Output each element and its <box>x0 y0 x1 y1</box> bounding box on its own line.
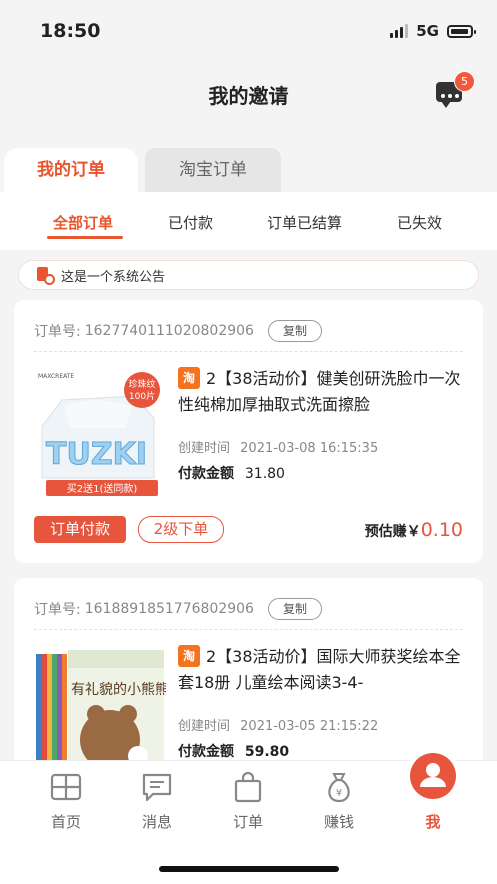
svg-text:100片: 100片 <box>129 390 155 402</box>
amount-value: 31.80 <box>244 466 285 482</box>
order-number: 1627740111020802906 <box>84 323 254 339</box>
message-badge: 5 <box>454 71 475 92</box>
promo-label: 买2送1(送同款) <box>67 482 138 495</box>
money-bag-icon: ¥ <box>323 771 355 803</box>
created-time-row: 创建时间 2021-03-08 16:15:35 <box>178 437 378 456</box>
taobao-icon: 淘 <box>178 367 200 389</box>
svg-text:¥: ¥ <box>336 788 342 799</box>
tab-earn[interactable]: ¥ 赚钱 <box>304 767 374 832</box>
copy-button[interactable]: 复制 <box>267 598 322 620</box>
amount-label: 付款金额 <box>178 466 234 482</box>
order-number: 1618891851776802906 <box>84 601 254 617</box>
tab-my-orders[interactable]: 我的订单 <box>4 148 138 192</box>
message-icon <box>141 771 173 803</box>
battery-icon <box>447 24 476 38</box>
amount-label: 付款金额 <box>178 744 234 760</box>
product-brand-text: TUZKI <box>46 437 147 472</box>
tab-taobao-orders[interactable]: 淘宝订单 <box>145 148 281 192</box>
product-title-text: 2【38活动价】国际大师获奖绘本全套18册 儿童绘本阅读3-4- <box>178 647 461 692</box>
order-number-label: 订单号: <box>34 324 81 340</box>
product-image[interactable]: 有礼貌的小熊熊 <box>34 644 166 768</box>
notice-text: 这是一个系统公告 <box>61 269 166 285</box>
tab-home[interactable]: 首页 <box>31 767 101 832</box>
tab-me[interactable]: 我 <box>398 767 468 832</box>
filter-settled[interactable]: 订单已结算 <box>267 212 342 233</box>
brand-label: MAXCREATE <box>38 373 74 380</box>
estimated-earning: 预估赚￥0.10 <box>365 519 463 541</box>
order-level-tag: 2级下单 <box>138 516 224 543</box>
order-number-label: 订单号: <box>34 602 81 618</box>
filter-active-indicator <box>47 236 123 239</box>
amount-row: 付款金额 59.80 <box>178 741 289 761</box>
copy-button[interactable]: 复制 <box>267 320 322 342</box>
filter-all-orders[interactable]: 全部订单 <box>53 212 113 233</box>
user-icon <box>417 771 449 803</box>
product-image[interactable]: MAXCREATE TUZKI 珍珠纹 100片 买2送1(送同款) <box>34 366 166 498</box>
order-status-tag: 订单付款 <box>34 516 126 543</box>
created-time: 2021-03-05 21:15:22 <box>240 719 379 734</box>
tab-label: 消息 <box>141 813 172 831</box>
tab-label: 我 <box>425 813 441 831</box>
filter-bar: 全部订单 已付款 订单已结算 已失效 <box>0 192 497 250</box>
order-number-row: 订单号: 1627740111020802906 复制 <box>34 320 322 342</box>
status-bar: 18:50 5G <box>0 0 497 60</box>
tab-messages[interactable]: 消息 <box>122 767 192 832</box>
tab-orders[interactable]: 订单 <box>213 767 283 832</box>
order-card[interactable]: 订单号: 1618891851776802906 复制 有礼貌的小熊熊 淘 2【3… <box>14 578 483 768</box>
home-grid-icon <box>50 771 82 803</box>
notice-search-icon <box>37 267 55 285</box>
product-title[interactable]: 淘 2【38活动价】健美创研洗脸巾一次性纯棉加厚抽取式洗面擦脸 <box>178 366 468 418</box>
tab-label: 首页 <box>50 813 81 831</box>
created-label: 创建时间 <box>178 441 231 456</box>
created-time-row: 创建时间 2021-03-05 21:15:22 <box>178 715 378 734</box>
product-title-text: 2【38活动价】健美创研洗脸巾一次性纯棉加厚抽取式洗面擦脸 <box>178 369 461 414</box>
earn-label: 预估赚￥ <box>364 524 421 540</box>
filter-invalid[interactable]: 已失效 <box>397 212 442 233</box>
svg-text:珍珠纹: 珍珠纹 <box>128 378 155 390</box>
status-time: 18:50 <box>40 20 101 42</box>
home-indicator <box>159 866 339 872</box>
amount-value: 59.80 <box>244 744 290 760</box>
bag-icon <box>232 771 264 803</box>
order-number-row: 订单号: 1618891851776802906 复制 <box>34 598 322 620</box>
signal-icon <box>390 24 409 38</box>
book-title: 有礼貌的小熊熊 <box>71 682 166 698</box>
filter-paid[interactable]: 已付款 <box>168 212 213 233</box>
tab-label: 订单 <box>232 813 263 831</box>
divider <box>34 629 463 630</box>
network-label: 5G <box>416 22 439 40</box>
message-button[interactable]: 5 <box>436 71 475 108</box>
tab-label: 赚钱 <box>323 813 354 831</box>
created-time: 2021-03-08 16:15:35 <box>240 441 379 456</box>
divider <box>34 351 463 352</box>
status-icons: 5G <box>390 22 476 40</box>
product-title[interactable]: 淘 2【38活动价】国际大师获奖绘本全套18册 儿童绘本阅读3-4- <box>178 644 468 696</box>
created-label: 创建时间 <box>178 719 231 734</box>
system-notice[interactable]: 这是一个系统公告 <box>18 260 479 290</box>
earn-value: 0.10 <box>420 519 463 541</box>
page-title: 我的邀请 <box>208 84 289 108</box>
amount-row: 付款金额 31.80 <box>178 463 285 483</box>
taobao-icon: 淘 <box>178 645 200 667</box>
order-card[interactable]: 订单号: 1627740111020802906 复制 MAXCREATE TU… <box>14 300 483 563</box>
